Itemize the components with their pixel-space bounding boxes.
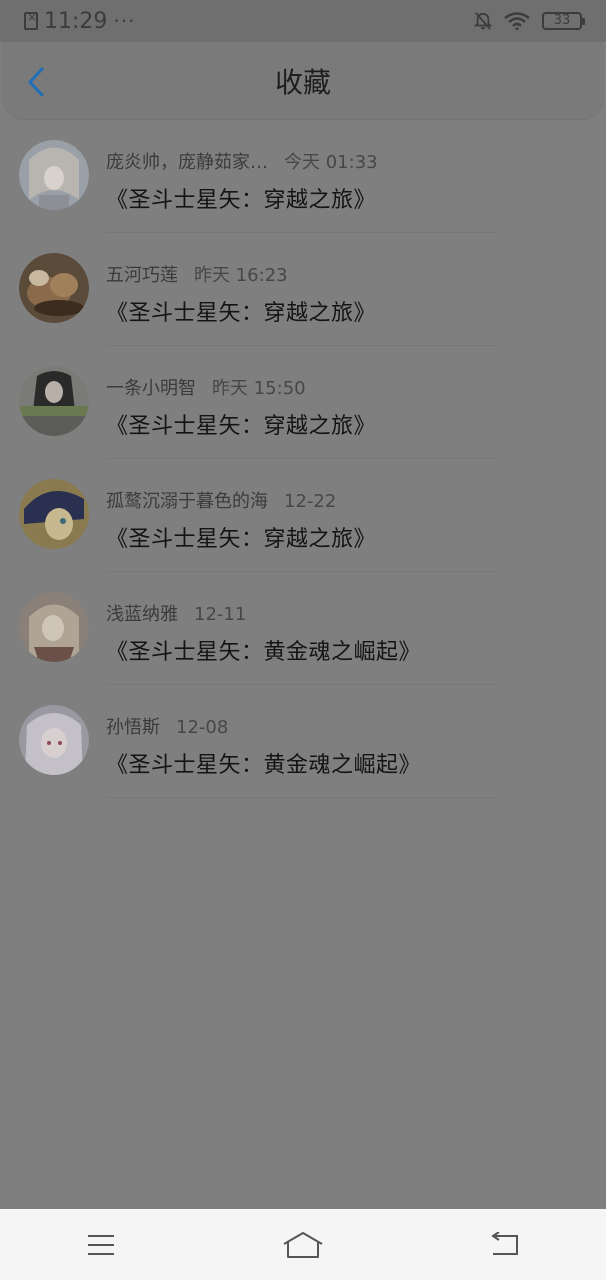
return-icon	[491, 1231, 518, 1255]
back-nav-button[interactable]	[475, 1220, 535, 1270]
screen: 11:29 ··· 33 收藏	[0, 0, 606, 1280]
bell-off-icon	[474, 12, 492, 30]
item-author: 浅蓝纳雅	[106, 604, 178, 625]
item-time: 12-08	[176, 717, 229, 738]
list-item[interactable]: 庞炎帅，庞静茹家… 今天 01:33 《圣斗士星矢：穿越之旅》	[0, 120, 606, 233]
chevron-left-icon	[28, 67, 44, 97]
item-time: 昨天 15:50	[212, 378, 306, 399]
item-text: 孙悟斯 12-08 《圣斗士星矢：黄金魂之崛起》	[106, 713, 586, 779]
list-item[interactable]: 浅蓝纳雅 12-11 《圣斗士星矢：黄金魂之崛起》	[0, 572, 606, 685]
item-text: 庞炎帅，庞静茹家… 今天 01:33 《圣斗士星矢：穿越之旅》	[106, 148, 586, 214]
item-meta: 一条小明智 昨天 15:50	[106, 374, 586, 400]
item-title: 《圣斗士星矢：穿越之旅》	[106, 527, 377, 552]
item-text: 孤鹜沉溺于暮色的海 12-22 《圣斗士星矢：穿越之旅》	[106, 487, 586, 553]
item-meta: 五河巧莲 昨天 16:23	[106, 261, 586, 287]
item-author: 庞炎帅，庞静茹家…	[106, 152, 268, 173]
back-button[interactable]	[20, 64, 52, 100]
item-title: 《圣斗士星矢：黄金魂之崛起》	[106, 753, 422, 778]
item-title: 《圣斗士星矢：穿越之旅》	[106, 188, 377, 213]
avatar	[19, 366, 89, 436]
menu-icon	[88, 1234, 114, 1255]
item-title: 《圣斗士星矢：黄金魂之崛起》	[106, 640, 422, 665]
item-meta: 孙悟斯 12-08	[106, 713, 586, 739]
list-item[interactable]: 一条小明智 昨天 15:50 《圣斗士星矢：穿越之旅》	[0, 346, 606, 459]
item-text: 一条小明智 昨天 15:50 《圣斗士星矢：穿越之旅》	[106, 374, 586, 440]
item-author: 孙悟斯	[106, 717, 160, 738]
avatar	[19, 705, 89, 775]
item-text: 五河巧莲 昨天 16:23 《圣斗士星矢：穿越之旅》	[106, 261, 586, 327]
avatar	[19, 253, 89, 323]
item-meta: 庞炎帅，庞静茹家… 今天 01:33	[106, 148, 586, 174]
item-text: 浅蓝纳雅 12-11 《圣斗士星矢：黄金魂之崛起》	[106, 600, 586, 666]
system-nav-bar	[0, 1209, 606, 1280]
item-time: 昨天 16:23	[194, 265, 288, 286]
wifi-icon	[504, 12, 530, 30]
home-icon	[283, 1231, 323, 1258]
home-button[interactable]	[273, 1220, 333, 1270]
avatar	[19, 140, 89, 210]
item-author: 一条小明智	[106, 378, 196, 399]
favorites-list: 庞炎帅，庞静茹家… 今天 01:33 《圣斗士星矢：穿越之旅》 五河巧莲 昨天 …	[0, 120, 606, 798]
item-title: 《圣斗士星矢：穿越之旅》	[106, 301, 377, 326]
menu-button[interactable]	[71, 1220, 131, 1270]
header: 收藏	[2, 42, 604, 120]
item-meta: 浅蓝纳雅 12-11	[106, 600, 586, 626]
item-time: 12-22	[284, 491, 337, 512]
status-bar: 11:29 ··· 33	[0, 0, 606, 42]
page-title: 收藏	[274, 65, 331, 99]
avatar	[19, 479, 89, 549]
item-author: 五河巧莲	[106, 265, 178, 286]
list-item[interactable]: 孤鹜沉溺于暮色的海 12-22 《圣斗士星矢：穿越之旅》	[0, 459, 606, 572]
status-left: 11:29 ···	[24, 9, 135, 34]
more-notifications-icon: ···	[113, 9, 136, 33]
sim-missing-icon	[24, 10, 38, 30]
status-time: 11:29	[44, 8, 108, 34]
status-right: 33	[474, 11, 585, 31]
divider	[106, 797, 496, 798]
avatar	[19, 592, 89, 662]
item-time: 今天 01:33	[284, 152, 378, 173]
item-title: 《圣斗士星矢：穿越之旅》	[106, 414, 377, 439]
list-item[interactable]: 五河巧莲 昨天 16:23 《圣斗士星矢：穿越之旅》	[0, 233, 606, 346]
battery-icon: 33	[542, 12, 585, 30]
item-time: 12-11	[194, 604, 247, 625]
item-meta: 孤鹜沉溺于暮色的海 12-22	[106, 487, 586, 513]
item-author: 孤鹜沉溺于暮色的海	[106, 491, 268, 512]
list-item[interactable]: 孙悟斯 12-08 《圣斗士星矢：黄金魂之崛起》	[0, 685, 606, 798]
